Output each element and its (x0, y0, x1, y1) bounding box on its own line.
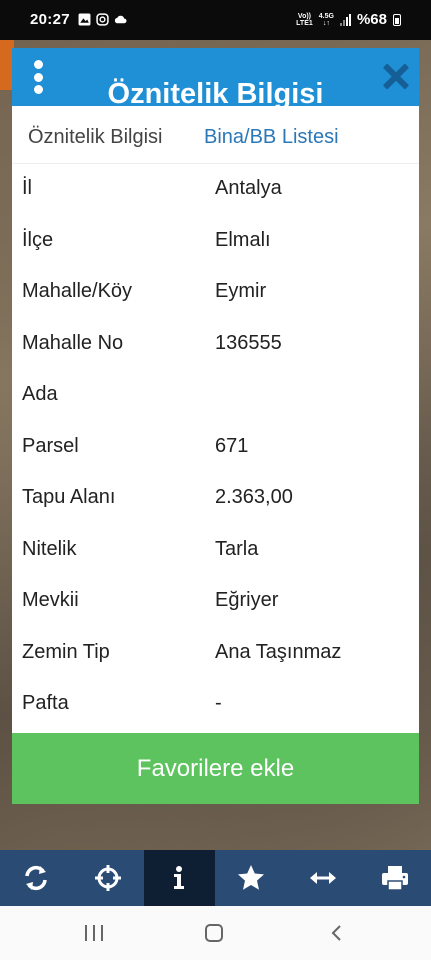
info-icon (174, 866, 185, 889)
attribute-list: İl Antalya İlçe Elmalı Mahalle/Köy Eymir… (12, 164, 419, 731)
info-button[interactable] (143, 850, 216, 906)
attribute-row-mahalle-no: Mahalle No 136555 (12, 319, 419, 371)
attribute-row-ada: Ada (12, 370, 419, 422)
attribute-key: Zemin Tip (22, 640, 110, 663)
home-icon[interactable] (205, 924, 223, 942)
attribute-key: Mahalle/Köy (22, 280, 133, 302)
instagram-icon (96, 13, 109, 26)
status-bar: 20:27 Vo)) LTE1 4.5G ↓↑ %68 (0, 0, 431, 40)
attribute-value: 671 (215, 434, 249, 457)
attribute-value: Ana Taşınmaz (215, 640, 342, 663)
tab-bar: Öznitelik Bilgisi Bina/BB Listesi (12, 106, 419, 164)
attribute-value: Antalya (215, 177, 282, 199)
modal-header: Öznitelik Bilgisi (12, 48, 419, 106)
volte-indicator: Vo)) LTE1 (296, 12, 313, 27)
attribute-value: 2.363,00 (215, 486, 293, 508)
star-icon (238, 865, 265, 890)
print-button[interactable] (359, 850, 431, 906)
refresh-icon (25, 865, 47, 891)
attribute-key: Nitelik (22, 537, 77, 560)
notification-icons (78, 13, 127, 26)
attribute-value: - (215, 692, 222, 714)
tab-attribute-info[interactable]: Öznitelik Bilgisi (28, 124, 162, 149)
bottom-toolbar (0, 850, 431, 906)
measure-button[interactable] (287, 850, 359, 906)
system-navigation-bar (0, 906, 431, 960)
attribute-value: Eğriyer (215, 589, 279, 611)
favorites-button[interactable] (215, 850, 287, 906)
refresh-button[interactable] (0, 850, 72, 906)
attribute-row-mahalle: Mahalle/Köy Eymir (12, 267, 419, 319)
modal-title: Öznitelik Bilgisi (107, 78, 324, 106)
attribute-row-tapu-alani: Tapu Alanı 2.363,00 (12, 473, 419, 525)
measure-arrows-icon (310, 872, 337, 884)
crosshair-icon (94, 865, 121, 891)
attribute-value: 136555 (215, 331, 282, 354)
attribute-value: Tarla (215, 537, 259, 560)
attribute-value: Elmalı (215, 228, 271, 251)
attribute-key: Mahalle No (22, 331, 124, 354)
status-time: 20:27 (30, 11, 70, 28)
cloud-icon (114, 15, 127, 24)
attribute-row-mevkii: Mevkii Eğriyer (12, 576, 419, 628)
attribute-key: Ada (22, 383, 58, 405)
attribute-row-parsel: Parsel 671 (12, 422, 419, 474)
attribute-row-il: İl Antalya (12, 164, 419, 216)
attribute-row-nitelik: Nitelik Tarla (12, 525, 419, 577)
battery-icon (393, 13, 401, 26)
attribute-key: İlçe (22, 228, 54, 251)
attribute-key: Pafta (22, 692, 69, 714)
attribute-row-zemin-tip: Zemin Tip Ana Taşınmaz (12, 628, 419, 680)
battery-percent: %68 (356, 11, 387, 28)
attribute-panel: Öznitelik Bilgisi Bina/BB Listesi İl Ant… (12, 106, 419, 733)
data-indicator: 4.5G ↓↑ (318, 12, 334, 27)
attribute-key: İl (22, 177, 32, 199)
recent-apps-icon[interactable] (85, 925, 103, 941)
tab-building-list[interactable]: Bina/BB Listesi (204, 124, 339, 149)
attribute-key: Tapu Alanı (22, 486, 116, 508)
add-favorite-button[interactable]: Favorilere ekle (12, 733, 419, 804)
attribute-row-ilce: İlçe Elmalı (12, 216, 419, 268)
signal-icon (339, 13, 351, 26)
print-icon (381, 866, 408, 891)
locate-button[interactable] (72, 850, 144, 906)
close-icon[interactable] (381, 62, 409, 90)
attribute-key: Parsel (22, 434, 79, 457)
gallery-icon (78, 13, 91, 26)
attribute-value: Eymir (215, 280, 267, 302)
attribute-row-pafta: Pafta - (12, 679, 419, 731)
status-right: Vo)) LTE1 4.5G ↓↑ %68 (296, 11, 401, 28)
back-icon[interactable] (327, 923, 347, 943)
attribute-key: Mevkii (22, 589, 79, 611)
